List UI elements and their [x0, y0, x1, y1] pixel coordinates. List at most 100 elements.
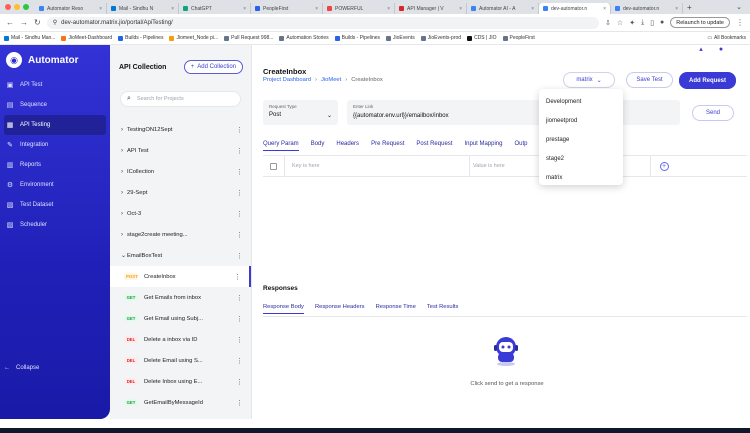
browser-tab[interactable]: Automator Reso ×: [35, 3, 107, 14]
bookmark-star-icon[interactable]: ☆: [617, 19, 623, 27]
bookmark-item[interactable]: PeopleFirst: [502, 35, 535, 41]
more-options-icon[interactable]: ⋮: [236, 189, 243, 197]
collection-group[interactable]: › 29-Sept ⋮: [110, 182, 251, 203]
tab-post-request[interactable]: Post Request: [416, 141, 452, 151]
sidebar-item-test-dataset[interactable]: ▧ Test Dataset: [0, 195, 110, 215]
collection-group-expanded[interactable]: ⌄ EmailBoxTest ⋮: [110, 245, 251, 266]
browser-tab[interactable]: API Manager | V ×: [395, 3, 467, 14]
breadcrumb-link[interactable]: Project Dashboard: [263, 77, 311, 83]
request-item-selected[interactable]: POST CreateInbox ⋮: [110, 266, 251, 287]
bookmark-item[interactable]: Builds - Pipelines: [118, 35, 163, 41]
more-options-icon[interactable]: ⋮: [236, 378, 243, 386]
close-window-button[interactable]: [5, 4, 11, 10]
more-options-icon[interactable]: ⋮: [236, 336, 243, 344]
tab-response-headers[interactable]: Response Headers: [315, 304, 365, 314]
collection-group[interactable]: › stage2create meeting... ⋮: [110, 224, 251, 245]
environment-select[interactable]: matrix ⌄: [563, 72, 615, 88]
browser-tab[interactable]: Automator AI - A ×: [467, 3, 539, 14]
request-item[interactable]: GET GetEmailByMessageId ⋮: [110, 392, 251, 413]
bookmark-item[interactable]: CDS | JIO: [467, 35, 497, 41]
minimize-window-button[interactable]: [14, 4, 20, 10]
extensions-icon[interactable]: ✦: [629, 19, 635, 27]
browser-tab[interactable]: POWERFUL ×: [323, 3, 395, 14]
url-input[interactable]: Enter Link {{automator.env.url}}/emailbo…: [347, 100, 680, 125]
more-options-icon[interactable]: ⋮: [236, 357, 243, 365]
more-menu-icon[interactable]: ⋮: [736, 18, 744, 27]
close-icon[interactable]: ×: [243, 6, 246, 12]
sidebar-item-environment[interactable]: ⚙ Environment: [0, 175, 110, 195]
back-arrow-icon[interactable]: ←: [6, 18, 14, 27]
more-options-icon[interactable]: ⋮: [236, 315, 243, 323]
more-options-icon[interactable]: ⋮: [234, 273, 241, 281]
tab-input-mapping[interactable]: Input Mapping: [464, 141, 502, 151]
bookmark-item[interactable]: JioEvents: [386, 35, 415, 41]
profile-icon[interactable]: ●: [660, 19, 664, 27]
browser-tab[interactable]: dev-automator.n ×: [611, 3, 683, 14]
bookmark-item[interactable]: Builds - Pipelines: [334, 35, 380, 41]
tab-response-time[interactable]: Response Time: [376, 304, 416, 314]
sidepanel-icon[interactable]: ▯: [650, 19, 654, 27]
add-collection-button[interactable]: + Add Collection: [183, 60, 243, 74]
request-item[interactable]: GET Get Email using Subj... ⋮: [110, 308, 251, 329]
downloads-icon[interactable]: ⤓: [641, 19, 644, 27]
collapse-button[interactable]: ← Collapse: [4, 365, 39, 371]
more-options-icon[interactable]: ⋮: [236, 210, 243, 218]
bookmark-item[interactable]: Automation Stories: [279, 35, 329, 41]
dropdown-option-jiomeetprod[interactable]: jiomeetprod: [539, 111, 623, 130]
param-key-input[interactable]: Key is here: [285, 156, 470, 176]
request-item[interactable]: DEL Delete a inbox via ID ⋮: [110, 329, 251, 350]
reload-icon[interactable]: ↻: [34, 18, 41, 27]
more-options-icon[interactable]: ⋮: [236, 168, 243, 176]
browser-tab[interactable]: PeopleFirst ×: [251, 3, 323, 14]
more-options-icon[interactable]: ⋮: [236, 126, 243, 134]
search-input[interactable]: ⌕ Search for Projects: [120, 91, 241, 107]
chevron-down-icon[interactable]: ⌄: [736, 3, 742, 11]
request-item[interactable]: DEL Delete Email using S... ⋮: [110, 350, 251, 371]
url-field[interactable]: ⚲ dev-automator.matrix.jio/portal/ApiTes…: [46, 16, 600, 29]
sidebar-item-sequence[interactable]: ▤ Sequence: [0, 95, 110, 115]
collection-group[interactable]: › ICollection ⋮: [110, 161, 251, 182]
dropdown-option-matrix[interactable]: matrix: [539, 168, 623, 187]
tab-query-param[interactable]: Query Param: [263, 141, 299, 151]
site-info-icon[interactable]: ⚲: [53, 19, 57, 26]
bookmark-item[interactable]: Mail - Sindhu Man...: [4, 35, 55, 41]
add-param-button[interactable]: +: [651, 161, 677, 171]
close-icon[interactable]: ×: [387, 6, 390, 12]
bookmark-item[interactable]: JioEvents-prod: [420, 35, 461, 41]
close-icon[interactable]: ×: [459, 6, 462, 12]
tab-output[interactable]: Outp: [514, 141, 527, 151]
new-tab-button[interactable]: +: [687, 3, 692, 12]
forward-arrow-icon[interactable]: →: [20, 18, 28, 27]
sidebar-item-api-test[interactable]: ▣ API Test: [0, 75, 110, 95]
close-icon[interactable]: ×: [315, 6, 318, 12]
collection-group[interactable]: › Oct-3 ⋮: [110, 203, 251, 224]
close-icon[interactable]: ×: [531, 6, 534, 12]
collection-group[interactable]: › TestingON12Sept ⋮: [110, 119, 251, 140]
browser-tab[interactable]: Mail - Sindhu N ×: [107, 3, 179, 14]
all-bookmarks[interactable]: ▭ All Bookmarks: [707, 35, 746, 41]
sidebar-item-integration[interactable]: ✎ Integration: [0, 135, 110, 155]
request-type-select[interactable]: Request Type Post ⌄: [263, 100, 338, 125]
browser-tab[interactable]: ChatGPT ×: [179, 3, 251, 14]
sidebar-item-scheduler[interactable]: ▨ Scheduler: [0, 215, 110, 235]
tab-test-results[interactable]: Test Results: [427, 304, 459, 314]
relaunch-button[interactable]: Relaunch to update: [670, 17, 730, 28]
dropdown-option-prestage[interactable]: prestage: [539, 130, 623, 149]
tab-response-body[interactable]: Response Body: [263, 304, 304, 314]
tab-pre-request[interactable]: Pre Request: [371, 141, 404, 151]
close-icon[interactable]: ×: [171, 6, 174, 12]
close-icon[interactable]: ×: [675, 6, 678, 12]
user-avatar-icon[interactable]: ●: [717, 45, 725, 53]
maximize-window-button[interactable]: [23, 4, 29, 10]
tab-headers[interactable]: Headers: [336, 141, 359, 151]
breadcrumb-link[interactable]: JioMeet: [321, 77, 341, 83]
send-button[interactable]: Send: [692, 105, 734, 121]
more-options-icon[interactable]: ⋮: [236, 294, 243, 302]
collection-group[interactable]: › API Test ⋮: [110, 140, 251, 161]
dropdown-option-stage2[interactable]: stage2: [539, 149, 623, 168]
add-request-button[interactable]: Add Request: [679, 72, 736, 89]
install-icon[interactable]: ⇩: [605, 19, 611, 27]
bookmark-item[interactable]: Jiomeet_Node pi...: [169, 35, 218, 41]
more-options-icon[interactable]: ⋮: [236, 252, 243, 260]
more-options-icon[interactable]: ⋮: [236, 231, 243, 239]
